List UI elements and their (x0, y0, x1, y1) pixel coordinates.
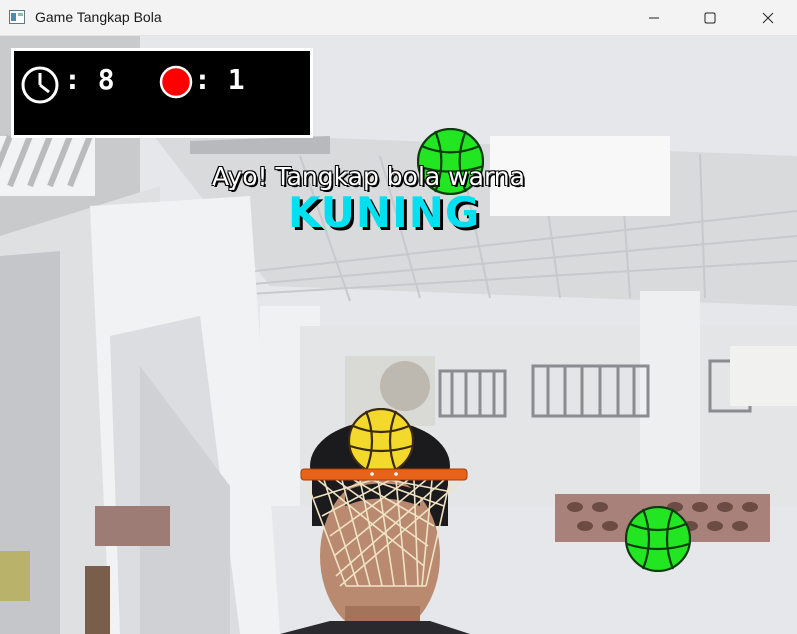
minimize-icon (649, 17, 659, 19)
minimize-button[interactable] (631, 0, 677, 36)
timer-value: : 8 (64, 63, 115, 96)
app-icon (9, 10, 25, 24)
hud-panel: : 8 : 1 (11, 48, 313, 138)
target-color-label: KUNING (288, 188, 481, 237)
window-title: Game Tangkap Bola (35, 9, 162, 25)
red-ball-icon (159, 65, 193, 99)
instruction-prompt: Ayo! Tangkap bola warna (212, 162, 525, 191)
maximize-icon (704, 12, 716, 24)
game-window: Game Tangkap Bola Ayo! Tangkap bola warn… (0, 0, 797, 634)
close-button[interactable] (745, 0, 791, 36)
basketball-hoop[interactable] (300, 466, 468, 591)
camera-feed: Ayo! Tangkap bola warna KUNING: 8: 1 (0, 36, 797, 634)
clock-icon (21, 66, 59, 104)
close-icon (762, 12, 774, 24)
yellow-ball[interactable] (348, 408, 414, 474)
maximize-button[interactable] (687, 0, 733, 36)
green-ball[interactable] (625, 506, 691, 572)
title-bar[interactable]: Game Tangkap Bola (0, 0, 797, 36)
score-value: : 1 (194, 63, 245, 96)
